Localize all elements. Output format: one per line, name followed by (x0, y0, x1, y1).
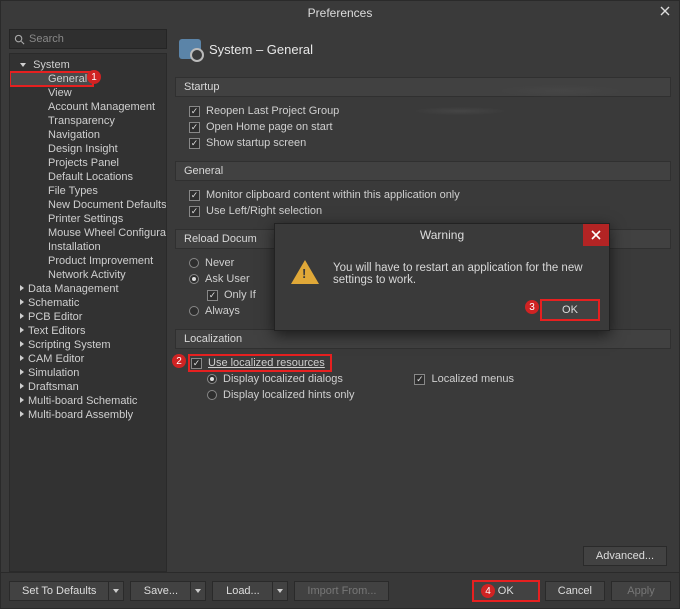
section-general: General (175, 161, 671, 181)
titlebar: Preferences (1, 1, 679, 25)
search-input[interactable]: Search (9, 29, 167, 49)
dialog-message: You will have to restart an application … (333, 258, 593, 286)
tree-item[interactable]: PCB Editor (10, 310, 166, 324)
radio-icon (189, 258, 199, 268)
checkbox-homepage[interactable]: Open Home page on start (189, 119, 661, 135)
tree-item-system[interactable]: System (10, 58, 166, 72)
checkbox-clipboard[interactable]: Monitor clipboard content within this ap… (189, 187, 661, 203)
section-general-body: Monitor clipboard content within this ap… (175, 181, 671, 225)
radio-dialogs[interactable]: Display localized dialogs (189, 371, 354, 387)
redaction-smudge (415, 107, 505, 115)
chevron-down-icon[interactable] (108, 581, 124, 601)
warning-dialog: Warning You will have to restart an appl… (274, 223, 610, 331)
load-button[interactable]: Load... (212, 581, 288, 601)
warning-icon (291, 260, 319, 284)
tree-item[interactable]: Product Improvement (10, 254, 166, 268)
radio-hints[interactable]: Display localized hints only (189, 387, 354, 403)
tree-item[interactable]: Simulation (10, 366, 166, 380)
close-icon[interactable] (657, 3, 673, 19)
tree-item[interactable]: Multi-board Assembly (10, 408, 166, 422)
checkbox-icon (191, 358, 202, 369)
annotation-marker-1: 1 (87, 70, 101, 84)
checkbox-reopen[interactable]: Reopen Last Project Group (189, 103, 661, 119)
tree-item[interactable]: Default Locations (10, 170, 166, 184)
tree-item[interactable]: Data Management (10, 282, 166, 296)
preferences-window: Preferences Search System General Vi (0, 0, 680, 609)
tree-item[interactable]: View (10, 86, 166, 100)
tree-item[interactable]: Transparency (10, 114, 166, 128)
tree-item[interactable]: Navigation (10, 128, 166, 142)
tree-item[interactable]: Multi-board Schematic (10, 394, 166, 408)
dialog-ok-button[interactable]: OK (541, 300, 599, 320)
checkbox-icon (189, 138, 200, 149)
sidebar: Search System General View Account Manag… (9, 29, 167, 572)
tree-item[interactable]: Printer Settings (10, 212, 166, 226)
window-title: Preferences (308, 6, 373, 20)
save-button[interactable]: Save... (130, 581, 206, 601)
tree-item[interactable]: Account Management (10, 100, 166, 114)
checkbox-icon (189, 106, 200, 117)
radio-icon (189, 306, 199, 316)
cancel-button[interactable]: Cancel (545, 581, 605, 601)
system-icon (179, 39, 201, 59)
chevron-down-icon[interactable] (272, 581, 288, 601)
radio-icon (189, 274, 199, 284)
advanced-button[interactable]: Advanced... (583, 546, 667, 566)
section-startup-body: Reopen Last Project Group Open Home page… (175, 97, 671, 157)
tree-item[interactable]: New Document Defaults (10, 198, 166, 212)
tree-item[interactable]: CAM Editor (10, 352, 166, 366)
close-icon[interactable] (583, 224, 609, 246)
annotation-marker-4: 4 (481, 584, 495, 598)
checkbox-menus[interactable]: Localized menus (414, 371, 514, 387)
search-placeholder: Search (29, 33, 64, 45)
checkbox-icon (207, 290, 218, 301)
section-localization: Localization (175, 329, 671, 349)
tree-item-general[interactable]: General (10, 72, 93, 86)
radio-icon (207, 390, 217, 400)
chevron-down-icon[interactable] (190, 581, 206, 601)
tree-item[interactable]: Text Editors (10, 324, 166, 338)
annotation-marker-3: 3 (525, 300, 539, 314)
search-icon (14, 34, 25, 45)
page-header: System – General (175, 29, 671, 73)
tree-item[interactable]: Design Insight (10, 142, 166, 156)
dialog-body: You will have to restart an application … (275, 246, 609, 300)
radio-icon (207, 374, 217, 384)
dialog-title: Warning (275, 224, 609, 246)
import-button: Import From... (294, 581, 389, 601)
section-localization-body: Use localized resources Display localize… (175, 349, 671, 409)
page-title: System – General (209, 42, 313, 57)
tree-item[interactable]: Installation (10, 240, 166, 254)
dialog-footer: OK (275, 300, 609, 330)
checkbox-lrselect[interactable]: Use Left/Right selection (189, 203, 661, 219)
checkbox-icon (189, 190, 200, 201)
tree-item[interactable]: Schematic (10, 296, 166, 310)
defaults-button[interactable]: Set To Defaults (9, 581, 124, 601)
apply-button: Apply (611, 581, 671, 601)
footer: Set To Defaults Save... Load... Import F… (1, 572, 679, 608)
checkbox-icon (189, 122, 200, 133)
tree-item[interactable]: Mouse Wheel Configuration (10, 226, 166, 240)
tree: System General View Account Management T… (9, 53, 167, 572)
tree-item[interactable]: File Types (10, 184, 166, 198)
annotation-marker-2: 2 (172, 354, 186, 368)
advanced-row: Advanced... (175, 540, 671, 572)
redaction-smudge (500, 85, 620, 97)
checkbox-icon (189, 206, 200, 217)
tree-item[interactable]: Scripting System (10, 338, 166, 352)
tree-item[interactable]: Network Activity (10, 268, 166, 282)
checkbox-use-localized[interactable]: Use localized resources (189, 355, 331, 371)
checkbox-icon (414, 374, 425, 385)
tree-item[interactable]: Draftsman (10, 380, 166, 394)
tree-item[interactable]: Projects Panel (10, 156, 166, 170)
checkbox-splash[interactable]: Show startup screen (189, 135, 661, 151)
